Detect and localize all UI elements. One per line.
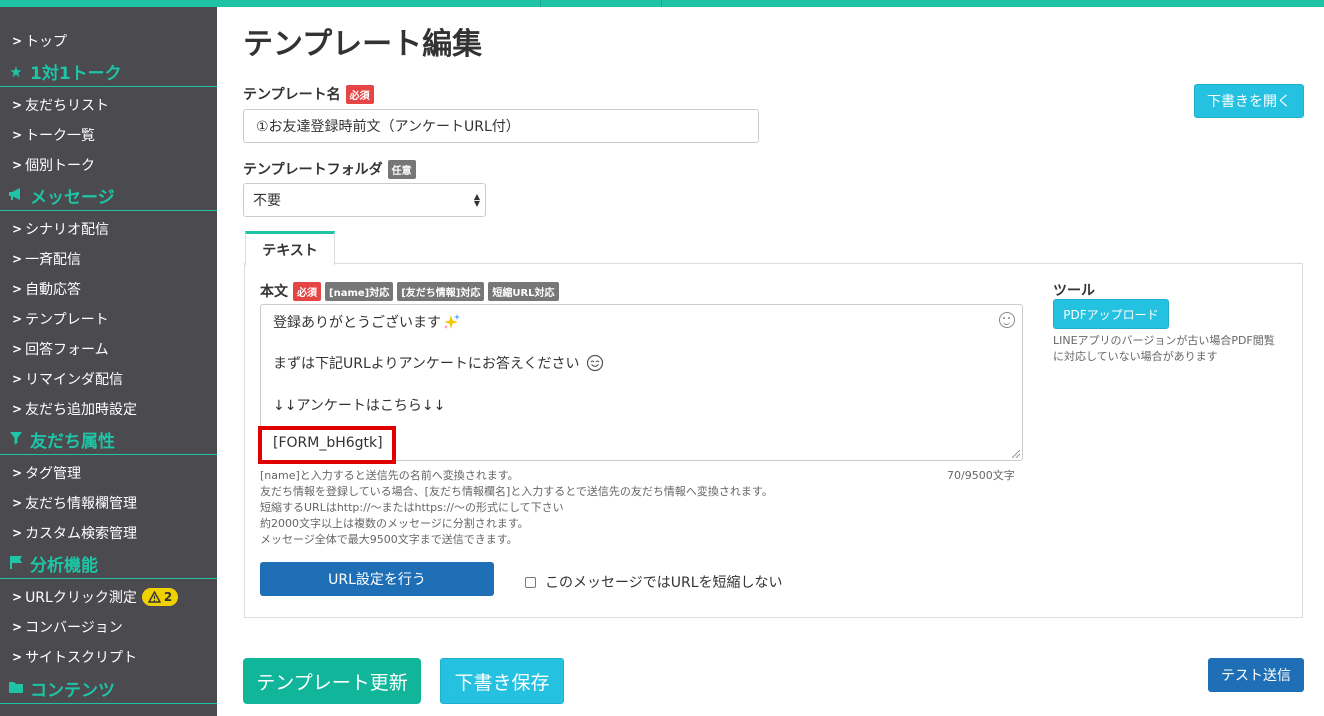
friend-info-support-tag: [友だち情報]対応	[397, 281, 485, 301]
chevron-right-icon: >	[12, 342, 23, 356]
form-token-highlight	[258, 426, 396, 464]
chevron-right-icon: >	[12, 402, 23, 416]
sidebar-item-template[interactable]: > テンプレート	[0, 304, 217, 334]
character-counter: 70/9500文字	[947, 469, 1015, 482]
emoji-picker-icon[interactable]	[999, 312, 1015, 328]
sidebar-item-reminder[interactable]: > リマインダ配信	[0, 364, 217, 394]
sidebar-item-friend-list[interactable]: > 友だちリスト	[0, 90, 217, 120]
chevron-right-icon: >	[12, 650, 23, 664]
message-line: まずは下記URLよりアンケートにお答えください	[273, 353, 604, 373]
chevron-right-icon: >	[12, 252, 23, 266]
message-line: ↓↓アンケートはこちら↓↓	[273, 398, 446, 414]
short-url-support-tag: 短縮URL対応	[488, 281, 559, 301]
template-name-input[interactable]	[243, 109, 759, 143]
help-text: 約2000文字以上は複数のメッセージに分割されます。	[260, 517, 529, 530]
sidebar-section-message: メッセージ	[0, 181, 217, 211]
sidebar-section-analytics: 分析機能	[0, 549, 217, 579]
required-badge: 必須	[345, 84, 374, 104]
no-shorten-option[interactable]: このメッセージではURLを短縮しない	[525, 572, 783, 592]
topbar-divider	[540, 0, 541, 7]
sidebar-item-conversion[interactable]: > コンバージョン	[0, 612, 217, 642]
sidebar-section-talk: ★ 1対1トーク	[0, 57, 217, 87]
main-content: テンプレート編集 下書きを開く テンプレート名 必須 テンプレートフォルダ 任意…	[217, 7, 1324, 716]
warning-count-badge: 2	[141, 588, 179, 606]
template-folder-select[interactable]: 不要 ▲ ▼	[243, 183, 486, 217]
message-body-textarea[interactable]: 登録ありがとうございます まずは下記URLよりアンケートにお答えください ↓↓ア…	[258, 304, 1023, 464]
sidebar-section-friend-attr: 友だち属性	[0, 425, 217, 455]
body-label: 本文 必須 [name]対応 [友だち情報]対応 短縮URL対応	[260, 281, 559, 301]
template-folder-label: テンプレートフォルダ 任意	[243, 159, 416, 179]
chevron-right-icon: >	[12, 620, 23, 634]
chevron-right-icon: >	[12, 222, 23, 236]
sidebar-item-auto-reply[interactable]: > 自動応答	[0, 274, 217, 304]
template-name-label: テンプレート名 必須	[243, 84, 374, 104]
sidebar-item-url-click[interactable]: > URLクリック測定 2	[0, 582, 217, 612]
open-draft-button[interactable]: 下書きを開く	[1194, 84, 1304, 118]
chevron-right-icon: >	[12, 312, 23, 326]
pdf-upload-button[interactable]: PDFアップロード	[1053, 299, 1169, 329]
face-emoji-icon	[586, 354, 603, 372]
tab-text[interactable]: テキスト	[245, 231, 335, 265]
chevron-right-icon: >	[12, 372, 23, 386]
sidebar-item-friend-info-manage[interactable]: > 友だち情報欄管理	[0, 488, 217, 518]
topbar-divider	[661, 0, 662, 7]
sidebar-item-broadcast[interactable]: > 一斉配信	[0, 244, 217, 274]
select-value: 不要	[253, 193, 281, 209]
chevron-right-icon: >	[12, 98, 23, 112]
sidebar-item-top[interactable]: > トップ	[0, 26, 217, 56]
chevron-right-icon: >	[12, 282, 23, 296]
sidebar-item-custom-search[interactable]: > カスタム検索管理	[0, 518, 217, 548]
warning-icon	[147, 591, 161, 603]
chevron-right-icon: >	[12, 496, 23, 510]
star-icon: ★	[9, 62, 23, 81]
chevron-right-icon: >	[12, 466, 23, 480]
sidebar: > トップ ★ 1対1トーク > 友だちリスト > トーク一覧 > 個別トーク メッセージ…	[0, 7, 217, 716]
sidebar-item-friend-add-settings[interactable]: > 友だち追加時設定	[0, 394, 217, 424]
chevron-right-icon: >	[12, 128, 23, 142]
help-text: 友だち情報を登録している場合、[友だち情報欄名]と入力するとで送信先の友だち情報…	[260, 485, 773, 498]
sidebar-item-tag-manage[interactable]: > タグ管理	[0, 458, 217, 488]
page-title: テンプレート編集	[243, 27, 483, 62]
required-badge: 必須	[293, 281, 321, 301]
sidebar-item-site-script[interactable]: > サイトスクリプト	[0, 642, 217, 672]
optional-badge: 任意	[387, 159, 416, 179]
url-settings-button[interactable]: URL設定を行う	[260, 562, 494, 596]
resize-handle-icon[interactable]	[1012, 450, 1020, 458]
pdf-note: LINEアプリのバージョンが古い場合PDF閲覧に対応していない場合があります	[1053, 334, 1275, 363]
megaphone-icon	[6, 187, 26, 205]
name-support-tag: [name]対応	[325, 281, 394, 301]
help-text: [name]と入力すると送信先の名前へ変換されます。	[260, 469, 519, 482]
save-draft-button[interactable]: 下書き保存	[440, 658, 564, 704]
help-text: 短縮するURLはhttp://〜またはhttps://〜の形式にして下さい	[260, 501, 564, 514]
sidebar-item-talk-list[interactable]: > トーク一覧	[0, 120, 217, 150]
chevron-right-icon: >	[12, 158, 23, 172]
help-text: メッセージ全体で最大9500文字まで送信できます。	[260, 533, 518, 546]
chevron-right-icon: >	[12, 526, 23, 540]
sidebar-item-answer-form[interactable]: > 回答フォーム	[0, 334, 217, 364]
message-line: 登録ありがとうございます	[273, 312, 461, 332]
tools-title: ツール	[1053, 283, 1095, 299]
top-accent-bar	[0, 0, 1324, 7]
test-send-button[interactable]: テスト送信	[1208, 658, 1304, 692]
update-template-button[interactable]: テンプレート更新	[243, 658, 421, 704]
sparkles-icon	[444, 314, 460, 329]
sidebar-section-contents: コンテンツ	[0, 674, 217, 704]
folder-icon	[6, 680, 26, 698]
chevron-right-icon: >	[12, 590, 23, 604]
sidebar-item-individual-talk[interactable]: > 個別トーク	[0, 150, 217, 180]
flag-icon	[6, 555, 26, 573]
chevron-right-icon: >	[12, 34, 23, 48]
no-shorten-checkbox[interactable]	[525, 576, 536, 588]
editor-panel: 本文 必須 [name]対応 [友だち情報]対応 短縮URL対応 登録ありがとう…	[244, 263, 1303, 618]
select-arrows-icon: ▲ ▼	[473, 192, 480, 208]
filter-icon	[6, 431, 26, 449]
sidebar-item-scenario[interactable]: > シナリオ配信	[0, 214, 217, 244]
